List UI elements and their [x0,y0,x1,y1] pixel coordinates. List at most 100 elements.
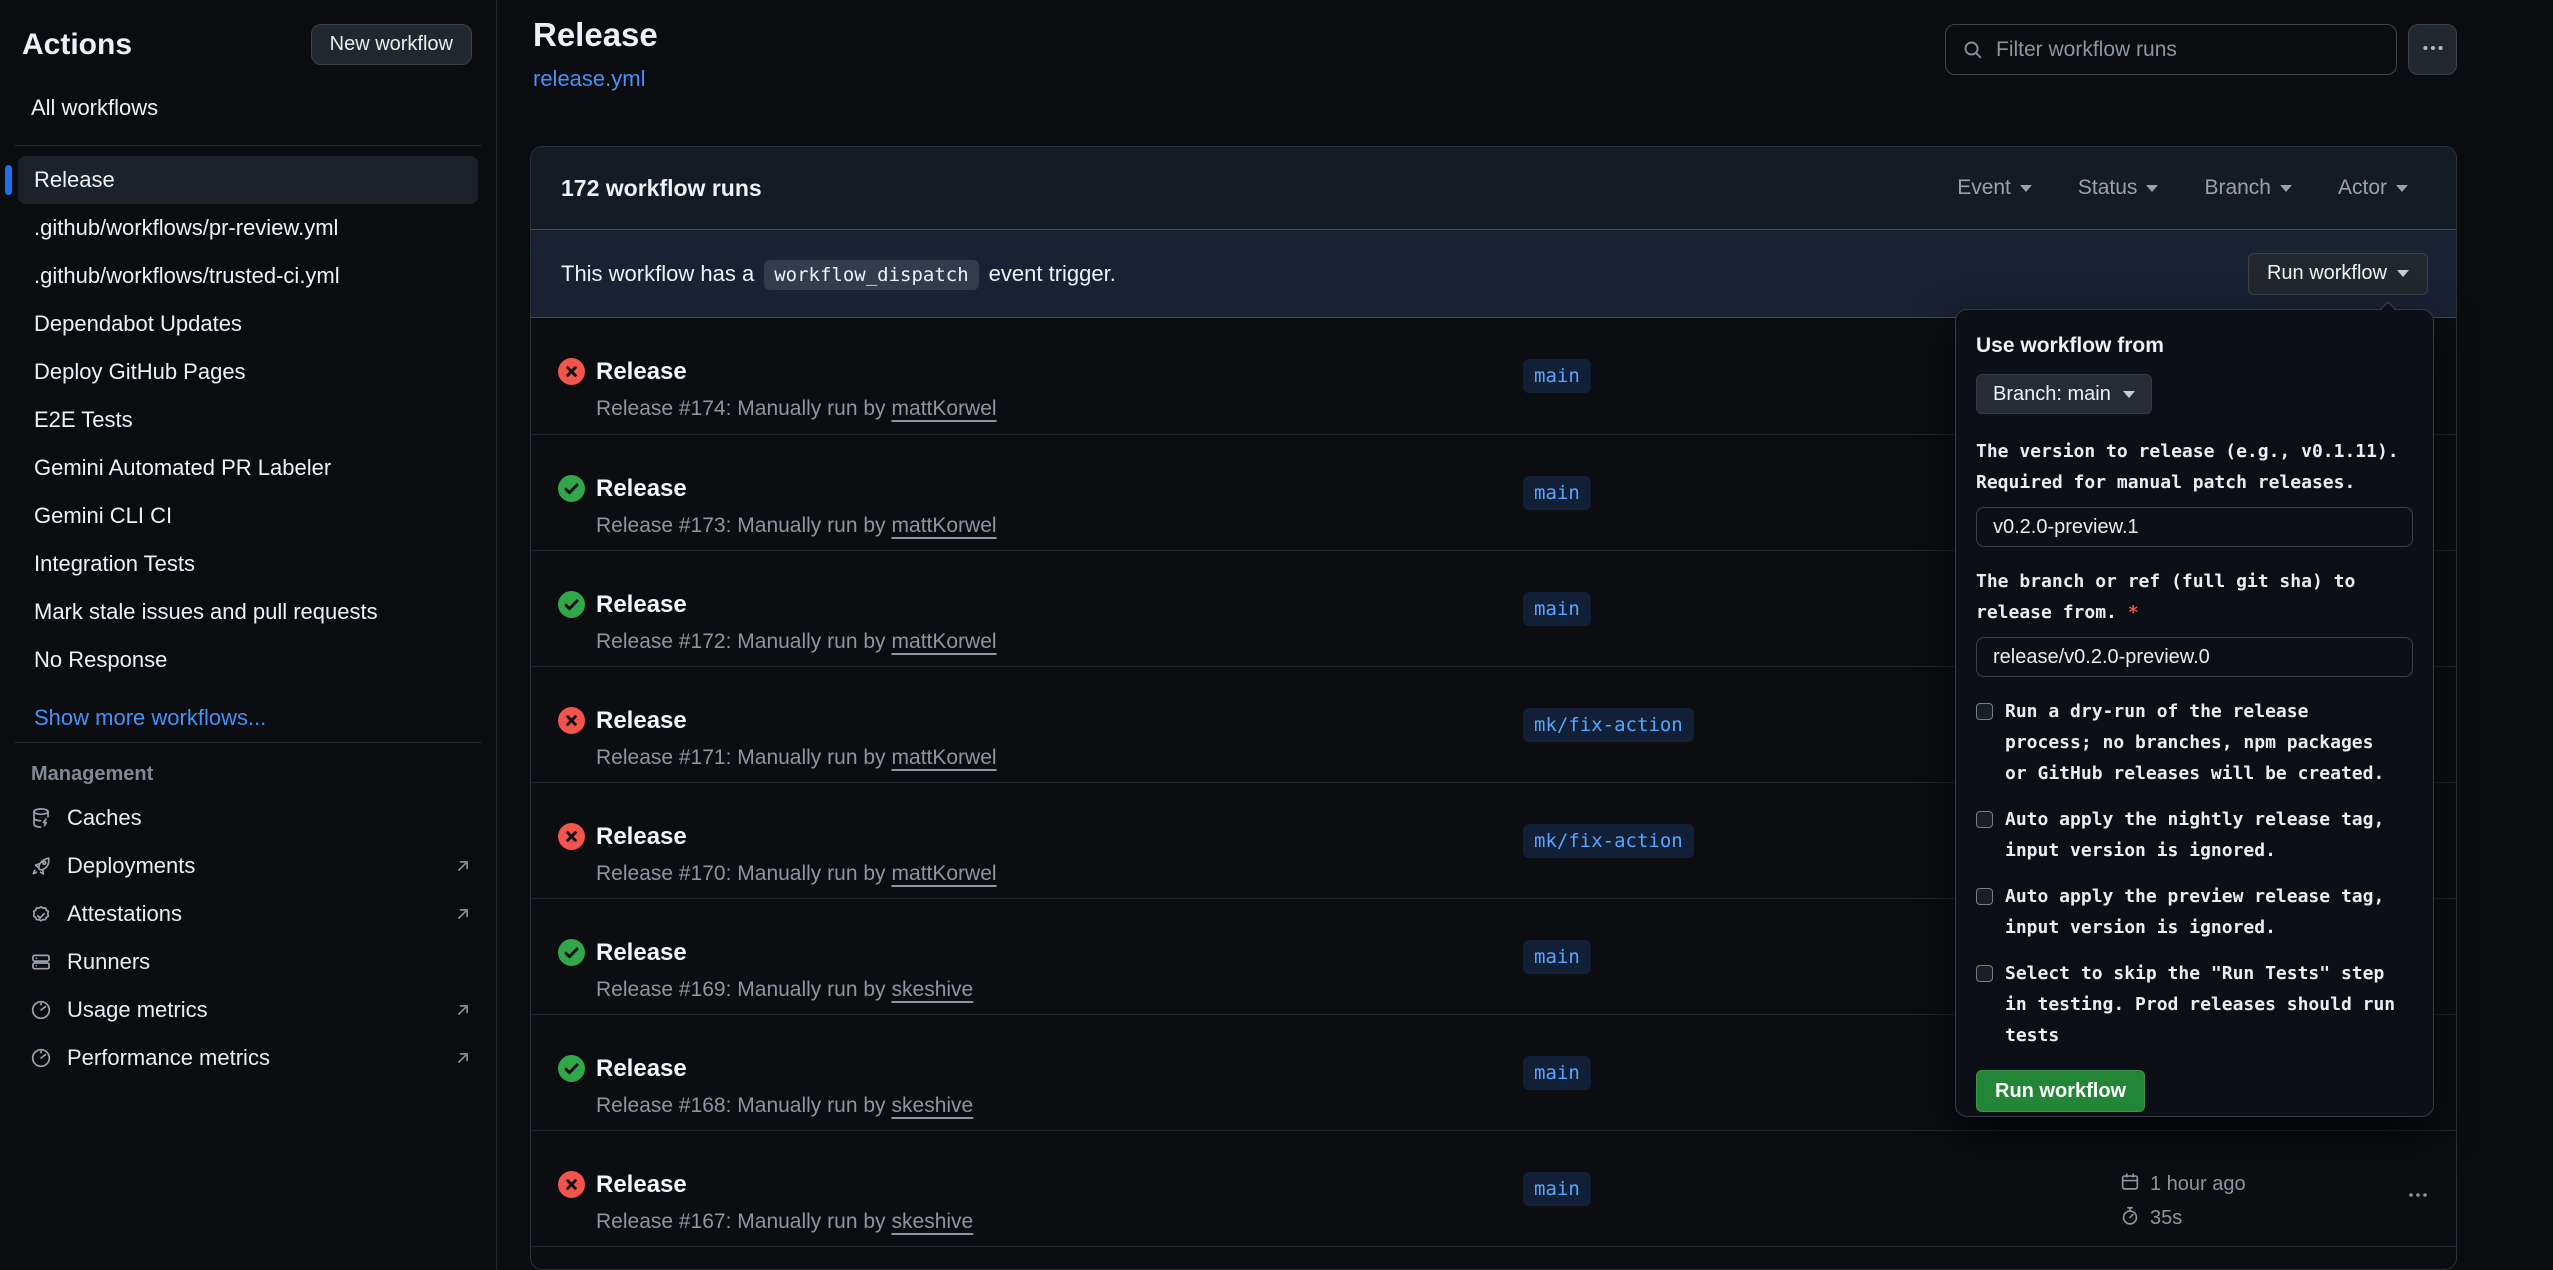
meter-icon [29,998,53,1022]
workflow-item-label: E2E Tests [34,407,133,433]
required-asterisk: * [2117,602,2139,623]
workflow-file-link[interactable]: release.yml [533,66,645,92]
new-workflow-button[interactable]: New workflow [311,24,472,65]
checkbox[interactable] [1976,703,1993,720]
run-options-kebab-button[interactable] [2406,1183,2430,1210]
actor-link[interactable]: mattKorwel [892,746,997,769]
panel-heading: Use workflow from [1976,334,2413,358]
runs-filter-dropdown[interactable]: Actor [2338,176,2408,200]
branch-badge[interactable]: main [1523,592,1591,626]
management-item-label: Attestations [67,901,182,927]
sidebar-workflow-item[interactable]: Integration Tests [18,540,478,588]
checkbox-label: Auto apply the nightly release tag, inpu… [2005,804,2397,866]
workflow-options-kebab-button[interactable] [2408,24,2457,75]
server-icon [29,950,53,974]
sidebar-workflow-item[interactable]: Mark stale issues and pull requests [18,588,478,636]
workflow-list: Release .github/workflows/pr-review.yml … [0,146,496,684]
success-icon [558,939,585,966]
management-item[interactable]: Performance metrics [0,1034,496,1082]
actor-link[interactable]: skeshive [892,1094,974,1117]
branch-badge[interactable]: mk/fix-action [1523,824,1694,858]
actor-link[interactable]: mattKorwel [892,630,997,653]
workflow-input-field: The version to release (e.g., v0.1.11). … [1976,436,2413,566]
management-list: Caches Deployments Attestations Runners … [0,794,496,1082]
runs-filter-dropdown[interactable]: Event [1957,176,2032,200]
sidebar-workflow-item[interactable]: Release [18,156,478,204]
management-item[interactable]: Runners [0,938,496,986]
management-item-label: Caches [67,805,142,831]
actor-link[interactable]: skeshive [892,1210,974,1233]
run-workflow-submit-button[interactable]: Run workflow [1976,1070,2145,1112]
branch-badge[interactable]: main [1523,476,1591,510]
workflow-input[interactable] [1976,637,2413,677]
actor-link[interactable]: mattKorwel [892,397,997,420]
branch-badge[interactable]: mk/fix-action [1523,708,1694,742]
sidebar-workflow-item[interactable]: E2E Tests [18,396,478,444]
checkbox[interactable] [1976,965,1993,982]
workflow-checkbox-row[interactable]: Auto apply the preview release tag, inpu… [1976,881,2413,943]
show-more-workflows-link[interactable]: Show more workflows... [18,694,478,742]
management-item-label: Deployments [67,853,195,879]
workflow-item-label: No Response [34,647,167,673]
workflow-item-label: Mark stale issues and pull requests [34,599,378,625]
management-item[interactable]: Deployments [0,842,496,890]
sidebar-workflow-item[interactable]: No Response [18,636,478,684]
workflow-item-label: Deploy GitHub Pages [34,359,246,385]
filter-workflow-runs-input[interactable] [1945,24,2397,75]
branch-badge[interactable]: main [1523,359,1591,393]
workflow-input[interactable] [1976,507,2413,547]
sidebar-workflow-item[interactable]: Deploy GitHub Pages [18,348,478,396]
sidebar-workflow-item[interactable]: .github/workflows/trusted-ci.yml [18,252,478,300]
workflow-run-row[interactable]: Release Release #167: Manually run byske… [531,1130,2456,1246]
workflow-item-label: Gemini Automated PR Labeler [34,455,331,481]
success-icon [558,475,585,502]
sidebar-title: Actions [22,28,132,62]
checkbox[interactable] [1976,811,1993,828]
branch-badge[interactable]: main [1523,1056,1591,1090]
runs-filters: Event Status Branch Actor [1957,176,2408,200]
workflow-checkboxes: Run a dry-run of the release process; no… [1976,696,2413,1051]
management-item[interactable]: Attestations [0,890,496,938]
page-head: Release release.yml [533,16,658,92]
management-item[interactable]: Caches [0,794,496,842]
checkbox-label: Select to skip the "Run Tests" step in t… [2005,958,2397,1051]
workflow-checkbox-row[interactable]: Auto apply the nightly release tag, inpu… [1976,804,2413,866]
actor-link[interactable]: mattKorwel [892,514,997,537]
actor-link[interactable]: skeshive [892,978,974,1001]
workflow-input-field: The branch or ref (full git sha) to rele… [1976,566,2413,696]
branch-badge[interactable]: main [1523,1172,1591,1206]
success-icon [558,1055,585,1082]
all-workflows-link[interactable]: All workflows [31,95,472,121]
failure-icon [558,707,585,734]
workflow-checkbox-row[interactable]: Select to skip the "Run Tests" step in t… [1976,958,2413,1051]
sidebar-workflow-item[interactable]: .github/workflows/pr-review.yml [18,204,478,252]
branch-select-button[interactable]: Branch: main [1976,374,2152,414]
calendar-icon [2119,1171,2141,1199]
workflow-item-label: .github/workflows/trusted-ci.yml [34,263,340,289]
run-workflow-panel: Use workflow from Branch: main The versi… [1955,309,2434,1117]
checkbox-label: Run a dry-run of the release process; no… [2005,696,2397,789]
workflow-checkbox-row[interactable]: Run a dry-run of the release process; no… [1976,696,2413,789]
sidebar-workflow-item[interactable]: Gemini CLI CI [18,492,478,540]
cache-icon [29,806,53,830]
actor-link[interactable]: mattKorwel [892,862,997,885]
workflow-item-label: Gemini CLI CI [34,503,172,529]
checkbox-label: Auto apply the preview release tag, inpu… [2005,881,2397,943]
runs-filter-dropdown[interactable]: Status [2078,176,2159,200]
banner-text: This workflow has aworkflow_dispatcheven… [561,261,1116,287]
run-workflow-dropdown-button[interactable]: Run workflow [2248,253,2428,295]
rocket-icon [29,854,53,878]
management-item-label: Performance metrics [67,1045,270,1071]
management-item[interactable]: Usage metrics [0,986,496,1034]
chevron-down-icon [2020,185,2032,192]
chevron-down-icon [2146,185,2158,192]
run-meta: 1 hour ago 35s [2119,1171,2246,1232]
runs-filter-dropdown[interactable]: Branch [2204,176,2292,200]
branch-badge[interactable]: main [1523,940,1591,974]
chevron-down-icon [2280,185,2292,192]
sidebar-workflow-item[interactable]: Dependabot Updates [18,300,478,348]
checkbox[interactable] [1976,888,1993,905]
workflow-item-label: .github/workflows/pr-review.yml [34,215,338,241]
actions-page: Actions New workflow All workflows Relea… [0,0,2553,1270]
sidebar-workflow-item[interactable]: Gemini Automated PR Labeler [18,444,478,492]
